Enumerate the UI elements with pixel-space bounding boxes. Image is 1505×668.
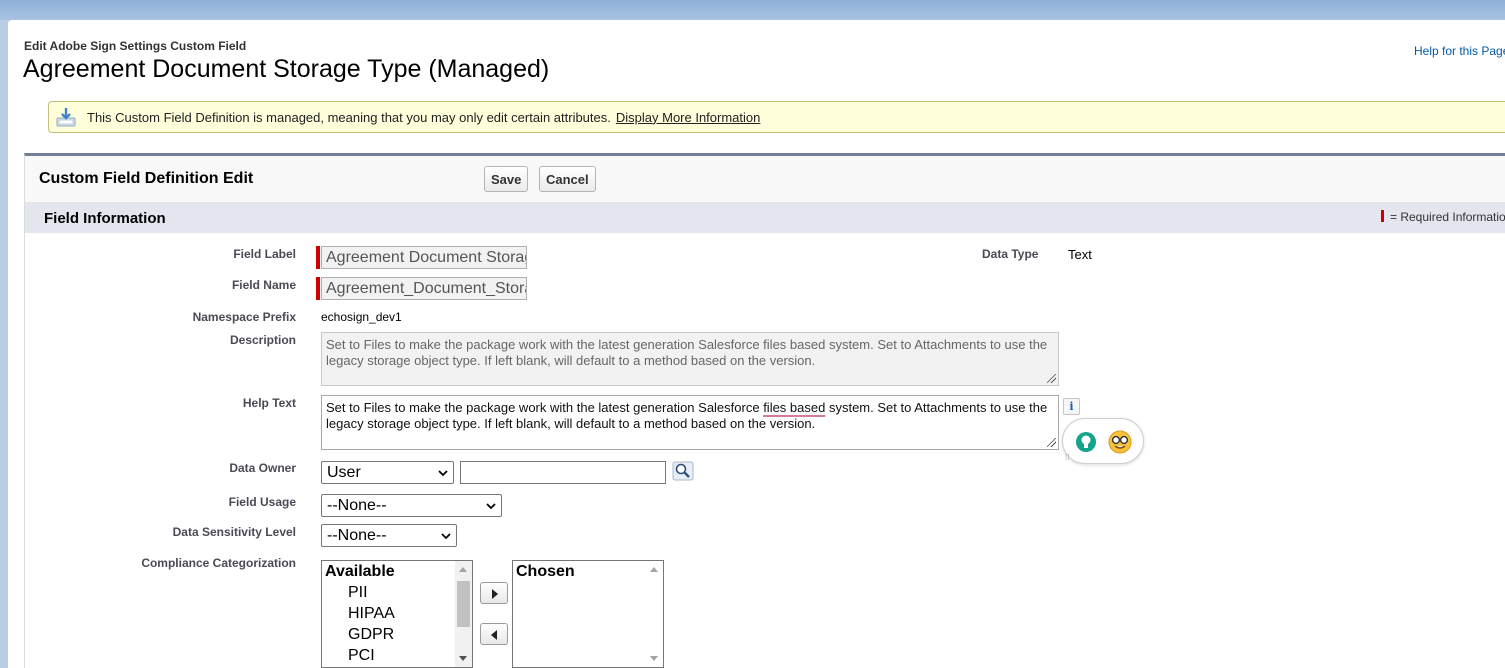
data-sensitivity-select[interactable]: --None-- xyxy=(321,524,457,547)
namespace-prefix-label: Namespace Prefix xyxy=(192,310,296,324)
data-owner-select[interactable]: User xyxy=(321,461,454,484)
add-to-chosen-button[interactable] xyxy=(480,582,508,604)
data-sensitivity-label: Data Sensitivity Level xyxy=(172,525,296,539)
data-owner-label: Data Owner xyxy=(229,461,296,475)
required-indicator xyxy=(1381,210,1384,222)
field-name-input[interactable]: Agreement_Document_Storage_Type xyxy=(321,277,527,300)
list-item[interactable]: HIPAA xyxy=(322,603,472,624)
description-text: Set to Files to make the package work wi… xyxy=(326,337,1048,368)
chevron-down-icon xyxy=(438,469,448,476)
data-type-value: Text xyxy=(1068,247,1092,262)
info-icon[interactable]: i xyxy=(1063,398,1080,415)
field-label-input[interactable]: Agreement Document Storage Type xyxy=(321,246,527,269)
scroll-up-icon[interactable] xyxy=(650,567,658,572)
field-label-label: Field Label xyxy=(233,247,296,261)
banner-message: This Custom Field Definition is managed,… xyxy=(87,109,611,125)
scrollbar[interactable] xyxy=(646,561,663,667)
breadcrumb: Edit Adobe Sign Settings Custom Field xyxy=(24,39,247,53)
chevron-down-icon xyxy=(486,502,496,509)
page-title: Agreement Document Storage Type (Managed… xyxy=(23,55,550,83)
available-listbox[interactable]: Available PII HIPAA GDPR PCI xyxy=(321,560,473,668)
resize-grip[interactable] xyxy=(1047,438,1056,447)
help-text-label: Help Text xyxy=(242,396,296,410)
help-link[interactable]: Help for this Page xyxy=(1414,44,1505,58)
field-usage-label: Field Usage xyxy=(228,495,296,509)
arrow-right-icon xyxy=(492,589,498,599)
field-usage-select[interactable]: --None-- xyxy=(321,494,502,517)
resize-grip[interactable] xyxy=(1047,374,1056,383)
scroll-thumb[interactable] xyxy=(457,581,470,627)
save-button[interactable]: Save xyxy=(484,166,529,192)
arrow-left-icon xyxy=(491,630,497,640)
scroll-down-icon[interactable] xyxy=(650,656,658,661)
scrollbar[interactable] xyxy=(455,561,472,667)
description-textarea[interactable]: Set to Files to make the package work wi… xyxy=(321,332,1059,386)
data-sensitivity-selected: --None-- xyxy=(327,526,387,544)
required-legend-text: = Required Information xyxy=(1390,210,1505,224)
required-indicator xyxy=(316,277,320,300)
list-item[interactable]: PII xyxy=(322,582,472,603)
data-type-label: Data Type xyxy=(982,247,1039,261)
data-owner-selected: User xyxy=(327,463,361,481)
lightbulb-icon[interactable] xyxy=(1075,431,1097,456)
help-text-textarea[interactable]: Set to Files to make the package work wi… xyxy=(321,395,1059,450)
chosen-header: Chosen xyxy=(516,563,575,580)
field-usage-selected: --None-- xyxy=(327,496,387,514)
field-name-label: Field Name xyxy=(231,278,296,292)
panel-title: Custom Field Definition Edit xyxy=(39,170,254,187)
browser-top-band xyxy=(0,0,1505,20)
panel-header: Custom Field Definition Edit Save Cancel xyxy=(25,156,1505,203)
download-icon xyxy=(55,106,77,128)
edit-panel: Custom Field Definition Edit Save Cancel… xyxy=(24,153,1505,668)
managed-banner: This Custom Field Definition is managed,… xyxy=(48,101,1505,133)
data-owner-lookup-input[interactable] xyxy=(460,461,666,484)
display-more-info-link[interactable]: Display More Information xyxy=(616,110,761,125)
page-container: Edit Adobe Sign Settings Custom Field Ag… xyxy=(8,20,1505,668)
remove-from-chosen-button[interactable] xyxy=(480,623,508,645)
chosen-listbox[interactable]: Chosen xyxy=(512,560,664,668)
nerd-face-icon[interactable] xyxy=(1108,430,1132,457)
scroll-up-icon[interactable] xyxy=(459,567,467,572)
section-header: Field Information = Required Information xyxy=(25,203,1505,233)
scroll-down-icon[interactable] xyxy=(459,656,467,661)
description-label: Description xyxy=(229,333,296,347)
namespace-prefix-value: echosign_dev1 xyxy=(321,310,402,324)
lookup-search-icon[interactable] xyxy=(672,461,694,481)
grammar-assistant-widget[interactable]: ⁞⁞ xyxy=(1062,418,1144,464)
available-header: Available xyxy=(325,563,395,580)
help-text-part1: Set to Files to make the package work wi… xyxy=(326,400,764,415)
section-title: Field Information xyxy=(44,210,166,227)
list-item[interactable]: PCI xyxy=(322,645,472,666)
required-indicator xyxy=(316,246,320,269)
compliance-label: Compliance Categorization xyxy=(141,556,296,570)
drag-grip-icon[interactable]: ⁞⁞ xyxy=(1065,454,1069,462)
required-legend: = Required Information xyxy=(1381,210,1505,224)
chevron-down-icon xyxy=(441,532,451,539)
list-item[interactable]: GDPR xyxy=(322,624,472,645)
field-form: Field Label Agreement Document Storage T… xyxy=(25,233,1505,668)
spelling-underline: files based xyxy=(763,400,826,415)
cancel-button[interactable]: Cancel xyxy=(539,166,596,192)
